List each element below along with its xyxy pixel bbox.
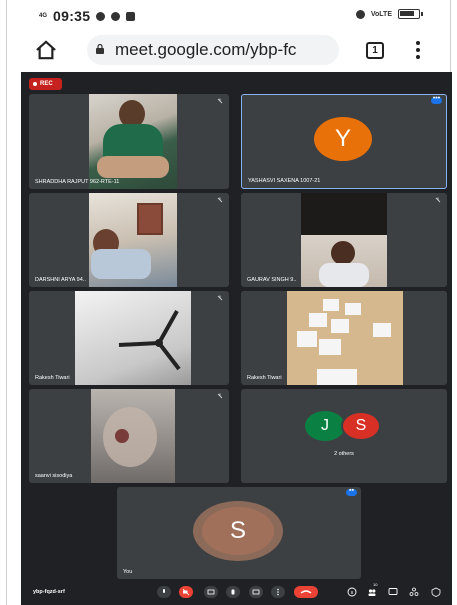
mic-icon <box>163 589 165 593</box>
mic-off-icon <box>217 295 223 301</box>
people-icon[interactable] <box>367 587 377 597</box>
participant-video <box>301 193 387 287</box>
meeting-code: ybp-fqzd-srf <box>33 589 65 595</box>
camera-off-icon <box>182 588 190 596</box>
chat-icon[interactable] <box>388 587 398 597</box>
browser-toolbar: meet.google.com/ybp-fc 1 <box>7 32 450 70</box>
participant-avatar: Y <box>314 117 372 161</box>
mic-off-icon <box>217 98 223 104</box>
captions-button[interactable] <box>204 586 218 598</box>
participant-tile[interactable]: saanvi sisodiya <box>29 389 229 483</box>
captions-icon <box>207 589 215 595</box>
hang-up-icon <box>300 590 312 594</box>
hand-icon <box>231 589 235 595</box>
mic-off-icon <box>217 197 223 203</box>
lte-indicator: VoLTE <box>370 10 392 18</box>
participant-tile[interactable]: GAURAV SINGH 9.. <box>241 193 447 287</box>
recording-badge: REC <box>29 78 62 90</box>
participant-tile[interactable]: SHRADDHA RAJPUT 962-RTE-11 <box>29 94 229 189</box>
mic-off-icon <box>217 393 223 399</box>
whatsapp-icon <box>96 11 106 21</box>
participant-name: YASHASVI SAXENA 1007-21 <box>248 178 321 184</box>
lock-icon <box>96 44 104 54</box>
alarm-icon <box>355 9 365 19</box>
participant-tile[interactable]: Rakesh Tiwari <box>241 291 447 385</box>
self-avatar-ring: S <box>193 501 283 561</box>
participant-name: Rakesh Tiwari <box>35 375 70 381</box>
status-bar: 4G 09:35 VoLTE <box>7 0 450 32</box>
others-tile[interactable]: J S 2 others <box>241 389 447 483</box>
camera-button[interactable] <box>179 586 193 598</box>
notification-icon <box>111 11 121 21</box>
participant-tile-active[interactable]: ••• Y YASHASVI SAXENA 1007-21 <box>241 94 447 189</box>
host-controls-icon[interactable] <box>431 587 441 597</box>
participant-video <box>75 291 191 385</box>
network-indicator: 4G <box>39 13 48 19</box>
home-icon[interactable] <box>35 40 57 60</box>
self-tile[interactable]: ▪▪ S You <box>117 487 361 579</box>
participant-name: Rakesh Tiwari <box>247 375 282 381</box>
raise-hand-button[interactable] <box>226 586 240 598</box>
participant-avatar: J <box>305 411 345 441</box>
tab-switcher-button[interactable]: 1 <box>366 42 384 59</box>
device-frame: 4G 09:35 VoLTE meet.google.com/ybp-fc 1 <box>6 0 452 605</box>
address-bar[interactable]: meet.google.com/ybp-fc <box>87 35 339 65</box>
self-avatar: S <box>202 507 274 555</box>
leave-call-button[interactable] <box>294 586 318 598</box>
others-count-label: 2 others <box>334 451 354 457</box>
participant-name: GAURAV SINGH 9.. <box>247 277 297 283</box>
mic-button[interactable] <box>157 586 171 598</box>
info-icon[interactable] <box>347 587 357 597</box>
mic-off-icon <box>435 197 441 203</box>
more-options-icon[interactable]: ••• <box>431 95 442 104</box>
participant-name: saanvi sisodiya <box>35 473 73 479</box>
participant-video <box>89 94 177 189</box>
participant-name: DARSHNI ARYA 94.. <box>35 277 86 283</box>
meet-call-area: REC SHRADDHA RAJPUT 962-RTE-11 ••• Y YAS… <box>21 72 452 605</box>
activities-icon[interactable] <box>409 587 419 597</box>
participant-avatar: S <box>341 411 381 441</box>
url-text: meet.google.com/ybp-fc <box>115 40 297 59</box>
present-button[interactable] <box>249 586 263 598</box>
call-controls-bar: ybp-fqzd-srf 10 <box>21 582 452 605</box>
participant-video <box>287 291 403 385</box>
self-name: You <box>123 569 133 575</box>
browser-menu-icon[interactable] <box>416 41 420 61</box>
participant-video <box>91 389 175 483</box>
participant-count: 10 <box>373 582 378 587</box>
more-vert-icon <box>277 588 279 596</box>
ceiling-fan-image <box>118 310 181 371</box>
participant-video <box>89 193 177 287</box>
battery-icon <box>398 9 423 19</box>
status-time: 09:35 <box>53 8 91 24</box>
participant-name: SHRADDHA RAJPUT 962-RTE-11 <box>35 179 120 185</box>
youtube-icon <box>126 11 136 21</box>
present-icon <box>252 589 260 595</box>
audio-level-icon: ▪▪ <box>346 487 357 496</box>
more-options-button[interactable] <box>271 586 285 598</box>
participant-tile[interactable]: Rakesh Tiwari <box>29 291 229 385</box>
participant-tile[interactable]: DARSHNI ARYA 94.. <box>29 193 229 287</box>
